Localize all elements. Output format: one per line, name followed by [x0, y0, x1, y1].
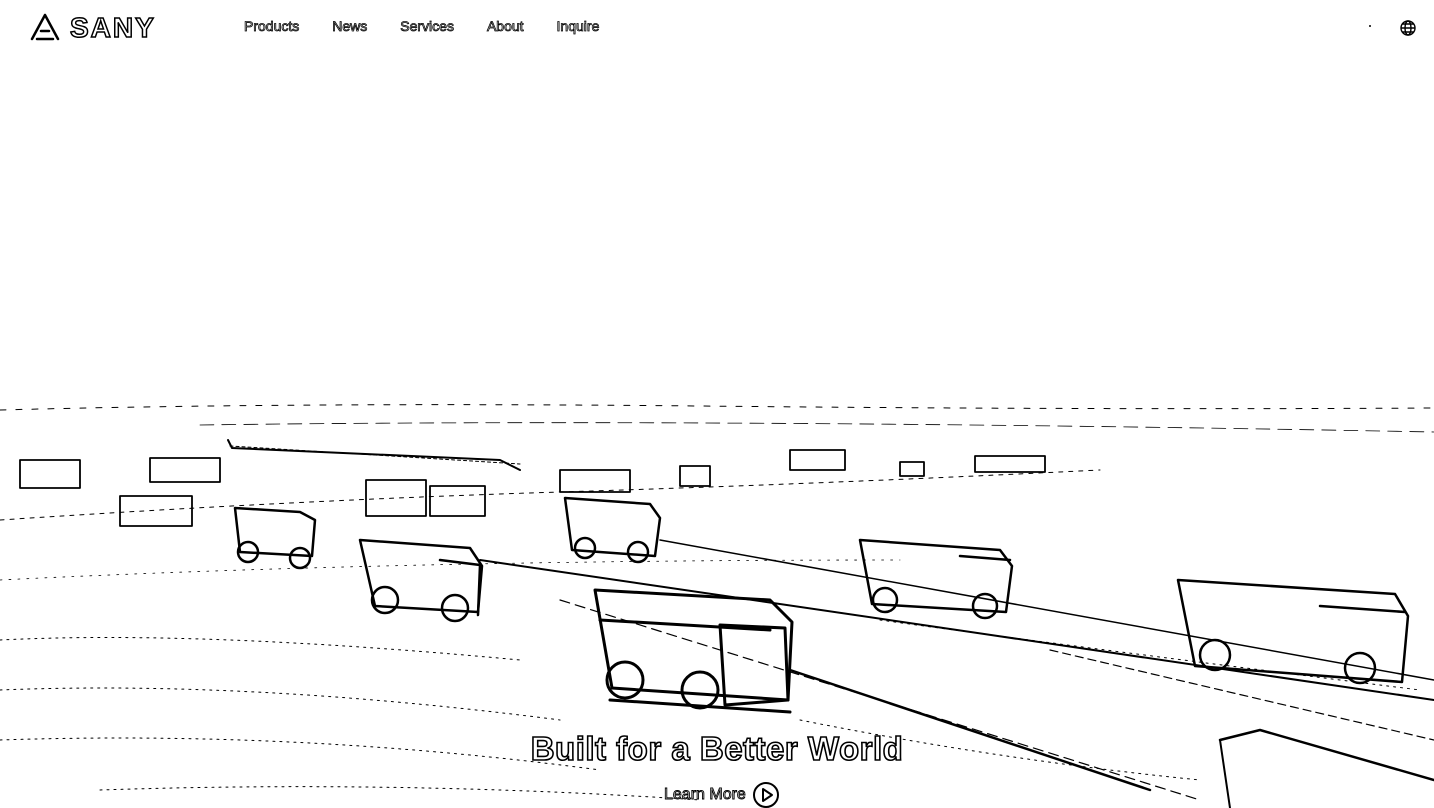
play-circle-icon [752, 782, 779, 808]
nav-item-inquire[interactable]: Inquire [556, 18, 600, 35]
search-icon[interactable] [1362, 18, 1382, 38]
hero-title: Built for a Better World [530, 729, 904, 768]
hero-banner: SANY Products News Services About Inquir… [0, 0, 1434, 808]
nav-item-news[interactable]: News [332, 18, 368, 35]
learn-more-button[interactable]: Learn More [664, 781, 780, 808]
mining-trucks-hero-image [0, 404, 1434, 808]
nav-item-services[interactable]: Services [400, 18, 454, 35]
sany-mark-icon [30, 13, 60, 41]
nav-item-about[interactable]: About [487, 18, 524, 35]
header-tools [1362, 18, 1418, 38]
site-header: SANY Products News Services About Inquir… [0, 0, 1434, 60]
main-nav: Products News Services About Inquire [244, 18, 600, 35]
brand-logo[interactable]: SANY [28, 11, 156, 44]
nav-item-products[interactable]: Products [244, 18, 300, 35]
learn-more-label: Learn More [664, 786, 747, 804]
brand-name: SANY [69, 11, 156, 44]
globe-icon[interactable] [1398, 18, 1418, 38]
